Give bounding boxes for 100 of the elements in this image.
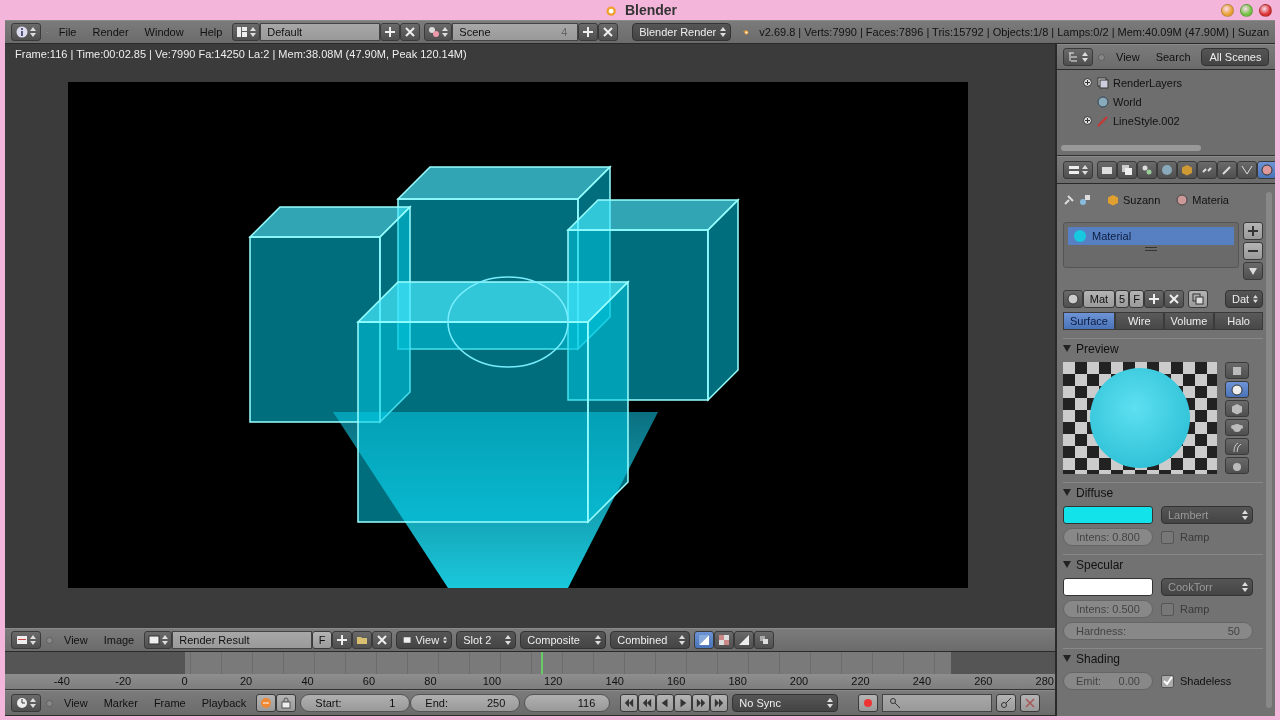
menu-item[interactable]: Frame — [147, 697, 192, 709]
add-slot-button[interactable] — [1243, 222, 1263, 240]
add-button[interactable] — [380, 23, 401, 41]
checkbox[interactable] — [1161, 530, 1174, 544]
jump-start-button[interactable] — [620, 694, 639, 712]
hardness-field[interactable]: Hardness: 50 — [1063, 622, 1253, 640]
context-tab[interactable] — [1097, 161, 1117, 179]
delete-button[interactable] — [400, 23, 421, 41]
menu-item[interactable]: Playback — [195, 697, 253, 709]
image-name-field[interactable]: Render Result — [172, 631, 313, 649]
breadcrumb-item[interactable]: Materia — [1192, 194, 1229, 206]
image-browse-button[interactable] — [144, 631, 173, 649]
menu-item[interactable]: View — [58, 697, 94, 709]
user-count-button[interactable]: 5 — [1115, 290, 1130, 308]
context-tab[interactable] — [1137, 161, 1157, 179]
play-button[interactable] — [674, 694, 693, 712]
editor-type-button[interactable] — [11, 23, 41, 41]
unlink-button[interactable] — [372, 631, 393, 649]
delete-keyframe-button[interactable] — [1020, 694, 1041, 712]
menu-item[interactable]: View — [1110, 51, 1146, 63]
new-image-button[interactable] — [332, 631, 353, 649]
material-type-tab[interactable]: Halo — [1214, 312, 1263, 330]
fake-user-button[interactable]: F — [312, 631, 333, 649]
pass-dropdown[interactable]: Combined — [610, 631, 691, 649]
close-button[interactable] — [1259, 3, 1272, 17]
copy-button[interactable] — [1187, 290, 1208, 308]
material-type-tab[interactable]: Wire — [1114, 312, 1164, 330]
sync-dropdown[interactable]: No Sync — [732, 694, 839, 712]
editor-type-button[interactable] — [11, 631, 41, 649]
emit-field[interactable]: Emit: 0.00 — [1063, 672, 1153, 690]
context-tab[interactable] — [1197, 161, 1217, 179]
fake-user-button[interactable]: F — [1129, 290, 1144, 308]
play-reverse-button[interactable] — [656, 694, 675, 712]
scene-field[interactable]: Scene 4 — [452, 23, 579, 41]
checkbox[interactable] — [1161, 602, 1174, 616]
current-frame-field[interactable]: 116 — [524, 694, 611, 712]
outliner-item[interactable]: World — [1113, 95, 1142, 108]
breadcrumb-item[interactable]: Suzann — [1123, 194, 1161, 206]
insert-keyframe-button[interactable] — [996, 694, 1017, 712]
preview-shape-button[interactable] — [1225, 381, 1249, 398]
menu-item[interactable]: Search — [1149, 51, 1197, 63]
menu-item[interactable]: Marker — [97, 697, 144, 709]
expand-icon[interactable] — [1083, 78, 1092, 87]
scene-button[interactable] — [424, 23, 453, 41]
preview-shape-button[interactable] — [1225, 438, 1249, 455]
collapse-triangle-icon[interactable] — [1063, 489, 1071, 496]
lock-button[interactable] — [276, 694, 297, 712]
display-mode-dropdown[interactable]: All Scenes — [1200, 48, 1269, 66]
specials-menu-button[interactable] — [1243, 262, 1263, 280]
menu-item[interactable]: Help — [193, 26, 229, 38]
color-field[interactable] — [1063, 578, 1153, 596]
start-frame-field[interactable]: Start: 1 — [300, 694, 411, 712]
collapse-triangle-icon[interactable] — [1063, 561, 1071, 568]
record-button[interactable] — [858, 694, 879, 712]
slot-dropdown[interactable]: Slot 2 — [456, 631, 517, 649]
draw-mode-button[interactable] — [694, 631, 715, 649]
browse-material-button[interactable] — [1063, 290, 1083, 308]
end-frame-field[interactable]: End: 250 — [410, 694, 521, 712]
link-dropdown[interactable]: Dat — [1225, 290, 1263, 308]
new-material-button[interactable] — [1143, 290, 1164, 308]
draw-mode-button[interactable] — [734, 631, 755, 649]
collapse-triangle-icon[interactable] — [1063, 655, 1071, 662]
next-keyframe-button[interactable] — [692, 694, 711, 712]
context-tab[interactable] — [1117, 161, 1137, 179]
draw-mode-button[interactable] — [754, 631, 775, 649]
menu-item[interactable]: Window — [138, 26, 190, 38]
context-tab[interactable] — [1217, 161, 1237, 179]
collapse-triangle-icon[interactable] — [1063, 345, 1071, 352]
remove-slot-button[interactable] — [1243, 242, 1263, 260]
screen-layout-button[interactable] — [232, 23, 261, 41]
intensity-field[interactable]: Intens: 0.500 — [1063, 600, 1153, 618]
view-dropdown[interactable]: View — [396, 631, 453, 649]
preview-shape-button[interactable] — [1225, 362, 1249, 379]
outliner-item[interactable]: LineStyle.002 — [1113, 114, 1180, 127]
layout-field[interactable]: Default — [260, 23, 381, 41]
delete-button[interactable] — [598, 23, 619, 41]
render-engine-dropdown[interactable]: Blender Render — [632, 23, 732, 41]
context-tab[interactable] — [1257, 161, 1275, 179]
menu-item[interactable]: Image — [97, 634, 141, 646]
checkbox[interactable] — [1161, 674, 1174, 688]
editor-type-button[interactable] — [1063, 48, 1093, 66]
shader-dropdown[interactable]: CookTorr — [1161, 578, 1253, 596]
add-button[interactable] — [578, 23, 599, 41]
outliner-item[interactable]: RenderLayers — [1113, 76, 1183, 89]
layer-dropdown[interactable]: Composite — [520, 631, 607, 649]
preview-shape-button[interactable] — [1225, 457, 1249, 474]
intensity-field[interactable]: Intens: 0.800 — [1063, 528, 1153, 546]
preview-shape-button[interactable] — [1225, 419, 1249, 436]
editor-type-button[interactable] — [11, 694, 41, 712]
context-tab[interactable] — [1157, 161, 1177, 179]
preview-shape-button[interactable] — [1225, 400, 1249, 417]
menu-item[interactable]: File — [52, 26, 83, 38]
editor-type-button[interactable] — [1063, 161, 1093, 179]
color-field[interactable] — [1063, 506, 1153, 524]
unlink-button[interactable] — [1163, 290, 1184, 308]
context-tab[interactable] — [1237, 161, 1257, 179]
material-type-tab[interactable]: Surface — [1063, 312, 1115, 330]
material-type-tab[interactable]: Volume — [1163, 312, 1215, 330]
draw-mode-button[interactable] — [714, 631, 735, 649]
menu-item[interactable]: View — [58, 634, 94, 646]
